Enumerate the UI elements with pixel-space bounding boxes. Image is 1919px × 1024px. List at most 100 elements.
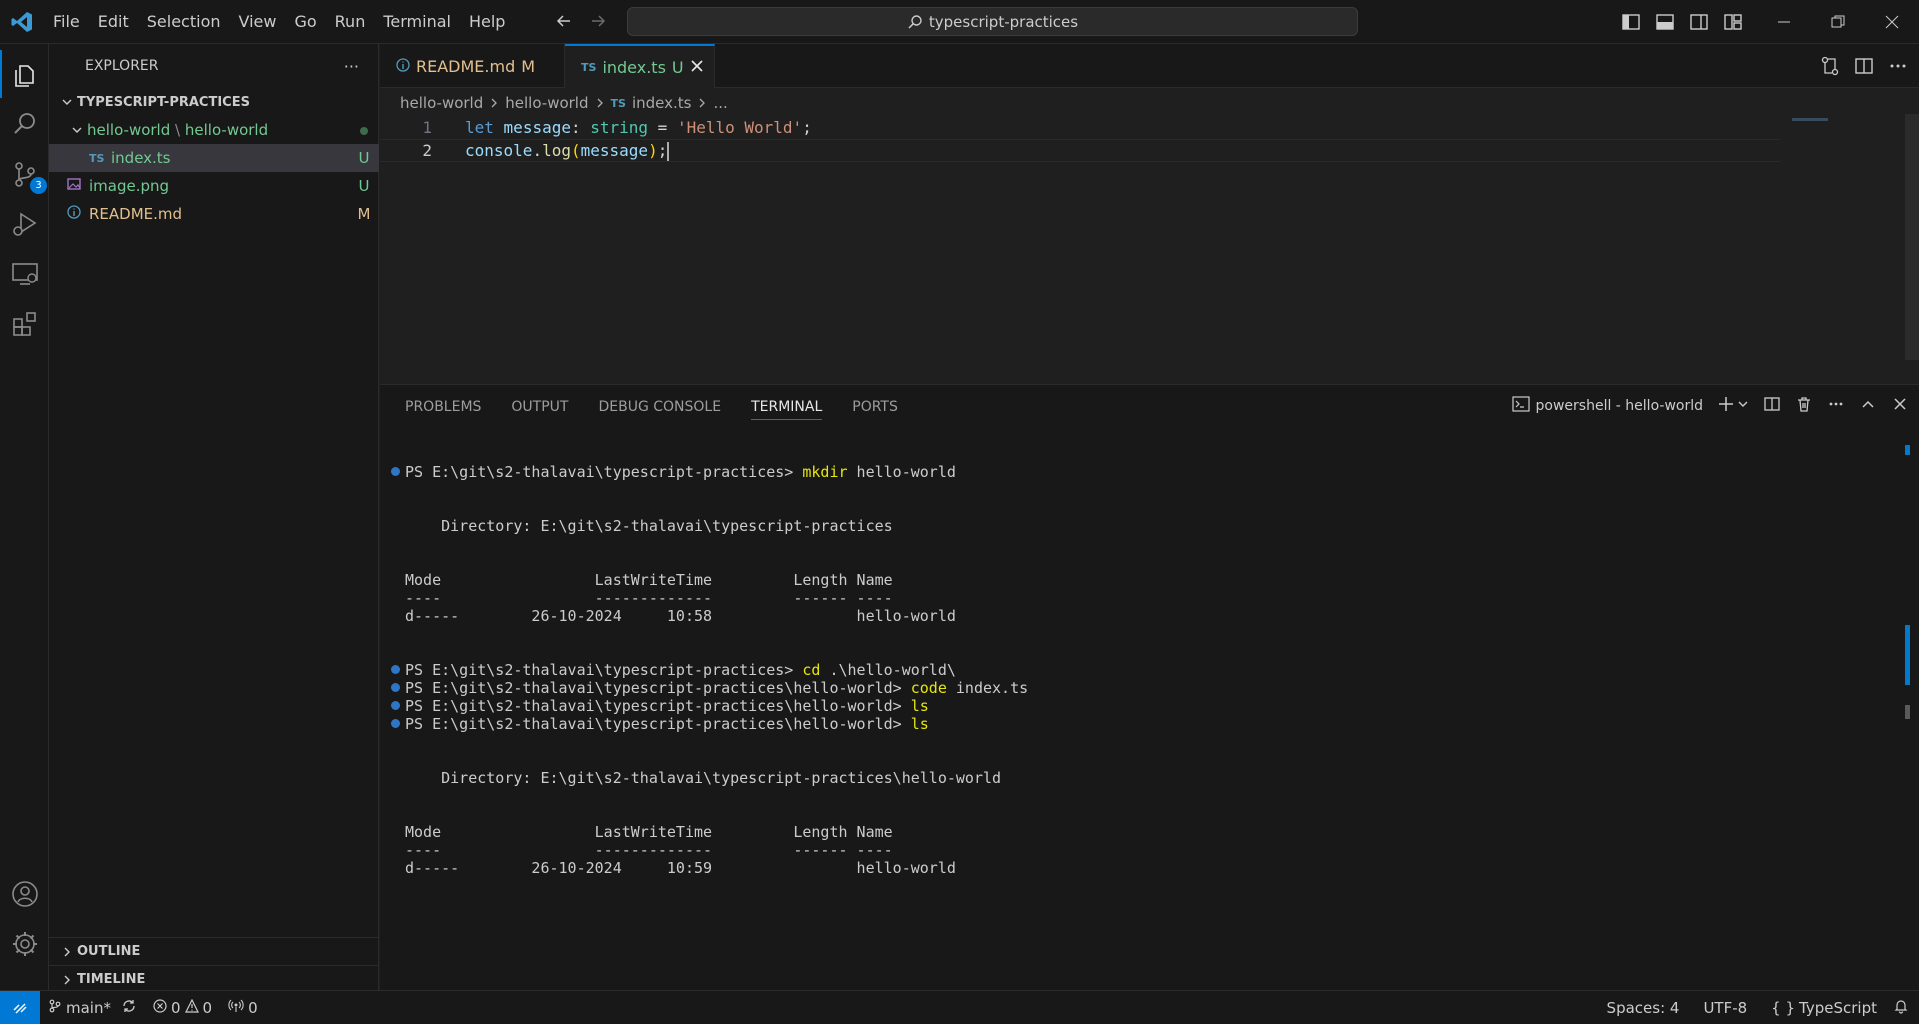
- navigation-arrows: [553, 10, 609, 32]
- minimize-icon[interactable]: [1757, 0, 1811, 44]
- sync-icon[interactable]: [121, 998, 137, 1018]
- trash-icon[interactable]: [1795, 395, 1813, 417]
- token-equals: =: [648, 118, 677, 137]
- code-line-current: 2 console.log(message);: [380, 139, 1780, 162]
- command-center-search[interactable]: typescript-practices: [627, 7, 1358, 36]
- code-line: 1 let message: string = 'Hello World';: [380, 116, 1780, 139]
- new-terminal-icon[interactable]: [1717, 395, 1735, 417]
- line-number: 2: [422, 141, 432, 160]
- menu-view[interactable]: View: [230, 0, 286, 44]
- terminal-command: code: [910, 679, 947, 697]
- folder-hello-world[interactable]: hello-world \ hello-world: [49, 116, 379, 144]
- terminal-line: PS E:\git\s2-thalavai\typescript-practic…: [391, 678, 1028, 698]
- menu-go[interactable]: Go: [285, 0, 325, 44]
- editor-scrollbar[interactable]: [1905, 114, 1919, 360]
- tab-close-icon[interactable]: [690, 58, 704, 77]
- menu-file[interactable]: File: [44, 0, 89, 44]
- panel-actions: powershell - hello-world: [1511, 395, 1909, 417]
- breadcrumb-item[interactable]: ...: [713, 94, 727, 112]
- line-number: 1: [422, 118, 432, 137]
- editor-tabs: README.md M TS index.ts U: [380, 44, 1919, 88]
- menu-edit[interactable]: Edit: [89, 0, 138, 44]
- indentation-status[interactable]: Spaces: 4: [1599, 999, 1688, 1017]
- run-debug-icon[interactable]: [0, 200, 49, 248]
- file-readme-md[interactable]: README.md M: [49, 200, 379, 228]
- tab-index-ts[interactable]: TS index.ts U: [565, 44, 715, 88]
- accounts-icon[interactable]: [0, 870, 49, 918]
- encoding-status[interactable]: UTF-8: [1695, 999, 1755, 1017]
- remote-indicator-icon[interactable]: [0, 990, 40, 1024]
- breadcrumb-item[interactable]: index.ts: [632, 94, 692, 112]
- open-changes-icon[interactable]: [1819, 55, 1841, 77]
- search-view-icon[interactable]: [0, 100, 49, 148]
- tab-terminal[interactable]: TERMINAL: [751, 399, 823, 420]
- terminal-name[interactable]: powershell - hello-world: [1536, 398, 1703, 414]
- tab-readme[interactable]: README.md M: [380, 44, 565, 88]
- file-status: M: [357, 205, 371, 223]
- file-status: U: [358, 177, 370, 195]
- language-mode[interactable]: { } TypeScript: [1763, 999, 1885, 1017]
- timeline-section[interactable]: TIMELINE: [49, 965, 379, 993]
- tab-ports[interactable]: PORTS: [852, 399, 898, 415]
- tab-output[interactable]: OUTPUT: [511, 399, 568, 415]
- folder-name-a: hello-world: [87, 121, 171, 139]
- menu-help[interactable]: Help: [460, 0, 514, 44]
- workspace-root[interactable]: TYPESCRIPT-PRACTICES: [49, 88, 379, 116]
- restore-icon[interactable]: [1811, 0, 1865, 44]
- extensions-icon[interactable]: [0, 300, 49, 348]
- customize-layout-icon[interactable]: [1722, 11, 1744, 33]
- token-paren: (: [570, 140, 581, 160]
- command-decoration-dot[interactable]: [391, 701, 400, 710]
- back-arrow-icon[interactable]: [553, 10, 575, 32]
- split-terminal-icon[interactable]: [1763, 395, 1781, 417]
- search-text: typescript-practices: [928, 12, 1079, 31]
- branch-status[interactable]: main*: [40, 998, 145, 1018]
- toggle-panel-icon[interactable]: [1654, 11, 1676, 33]
- command-decoration-dot[interactable]: [391, 665, 400, 674]
- settings-gear-icon[interactable]: [0, 920, 49, 968]
- token-colon: :: [570, 118, 591, 137]
- git-branch-icon: [48, 999, 62, 1017]
- token-dot: .: [532, 140, 543, 160]
- close-panel-icon[interactable]: [1891, 395, 1909, 417]
- title-bar: File Edit Selection View Go Run Terminal…: [0, 0, 1919, 44]
- menu-terminal[interactable]: Terminal: [374, 0, 460, 44]
- breadcrumb-item[interactable]: hello-world: [400, 94, 483, 112]
- more-actions-icon[interactable]: [1887, 55, 1909, 77]
- more-actions-icon[interactable]: [1827, 395, 1845, 417]
- explorer-more-icon[interactable]: ···: [344, 57, 359, 76]
- code-editor[interactable]: 1 let message: string = 'Hello World'; 2…: [380, 114, 1919, 384]
- maximize-panel-icon[interactable]: [1859, 395, 1877, 417]
- minimap[interactable]: [1792, 118, 1828, 121]
- activity-bar: 3: [0, 44, 49, 990]
- tab-debug-console[interactable]: DEBUG CONSOLE: [598, 399, 721, 415]
- command-decoration-dot[interactable]: [391, 719, 400, 728]
- close-window-icon[interactable]: [1865, 0, 1919, 44]
- token-semicolon: ;: [802, 118, 812, 137]
- file-index-ts[interactable]: TS index.ts U: [49, 144, 379, 172]
- file-image-png[interactable]: image.png U: [49, 172, 379, 200]
- tab-problems[interactable]: PROBLEMS: [405, 399, 481, 415]
- chevron-right-icon: [489, 94, 499, 112]
- menu-selection[interactable]: Selection: [138, 0, 230, 44]
- problems-status[interactable]: 0 0: [145, 998, 220, 1017]
- terminal-scrollbar[interactable]: [1905, 705, 1910, 719]
- chevron-down-icon[interactable]: [1737, 398, 1749, 414]
- toggle-secondary-sidebar-icon[interactable]: [1688, 11, 1710, 33]
- ports-status[interactable]: 0: [220, 999, 266, 1017]
- text-cursor: [667, 141, 670, 161]
- source-control-icon[interactable]: 3: [0, 150, 49, 198]
- toggle-primary-sidebar-icon[interactable]: [1620, 11, 1642, 33]
- menu-run[interactable]: Run: [326, 0, 375, 44]
- notifications-bell-icon[interactable]: [1893, 998, 1909, 1018]
- command-decoration-dot[interactable]: [391, 467, 400, 476]
- outline-section[interactable]: OUTLINE: [49, 937, 379, 965]
- forward-arrow-icon[interactable]: [587, 10, 609, 32]
- command-decoration-dot[interactable]: [391, 683, 400, 692]
- remote-explorer-icon[interactable]: [0, 250, 49, 298]
- explorer-icon[interactable]: [0, 50, 49, 98]
- terminal-line: PS E:\git\s2-thalavai\typescript-practic…: [391, 462, 956, 482]
- breadcrumb-item[interactable]: hello-world: [505, 94, 588, 112]
- split-editor-icon[interactable]: [1853, 55, 1875, 77]
- token-argument: message: [580, 140, 649, 160]
